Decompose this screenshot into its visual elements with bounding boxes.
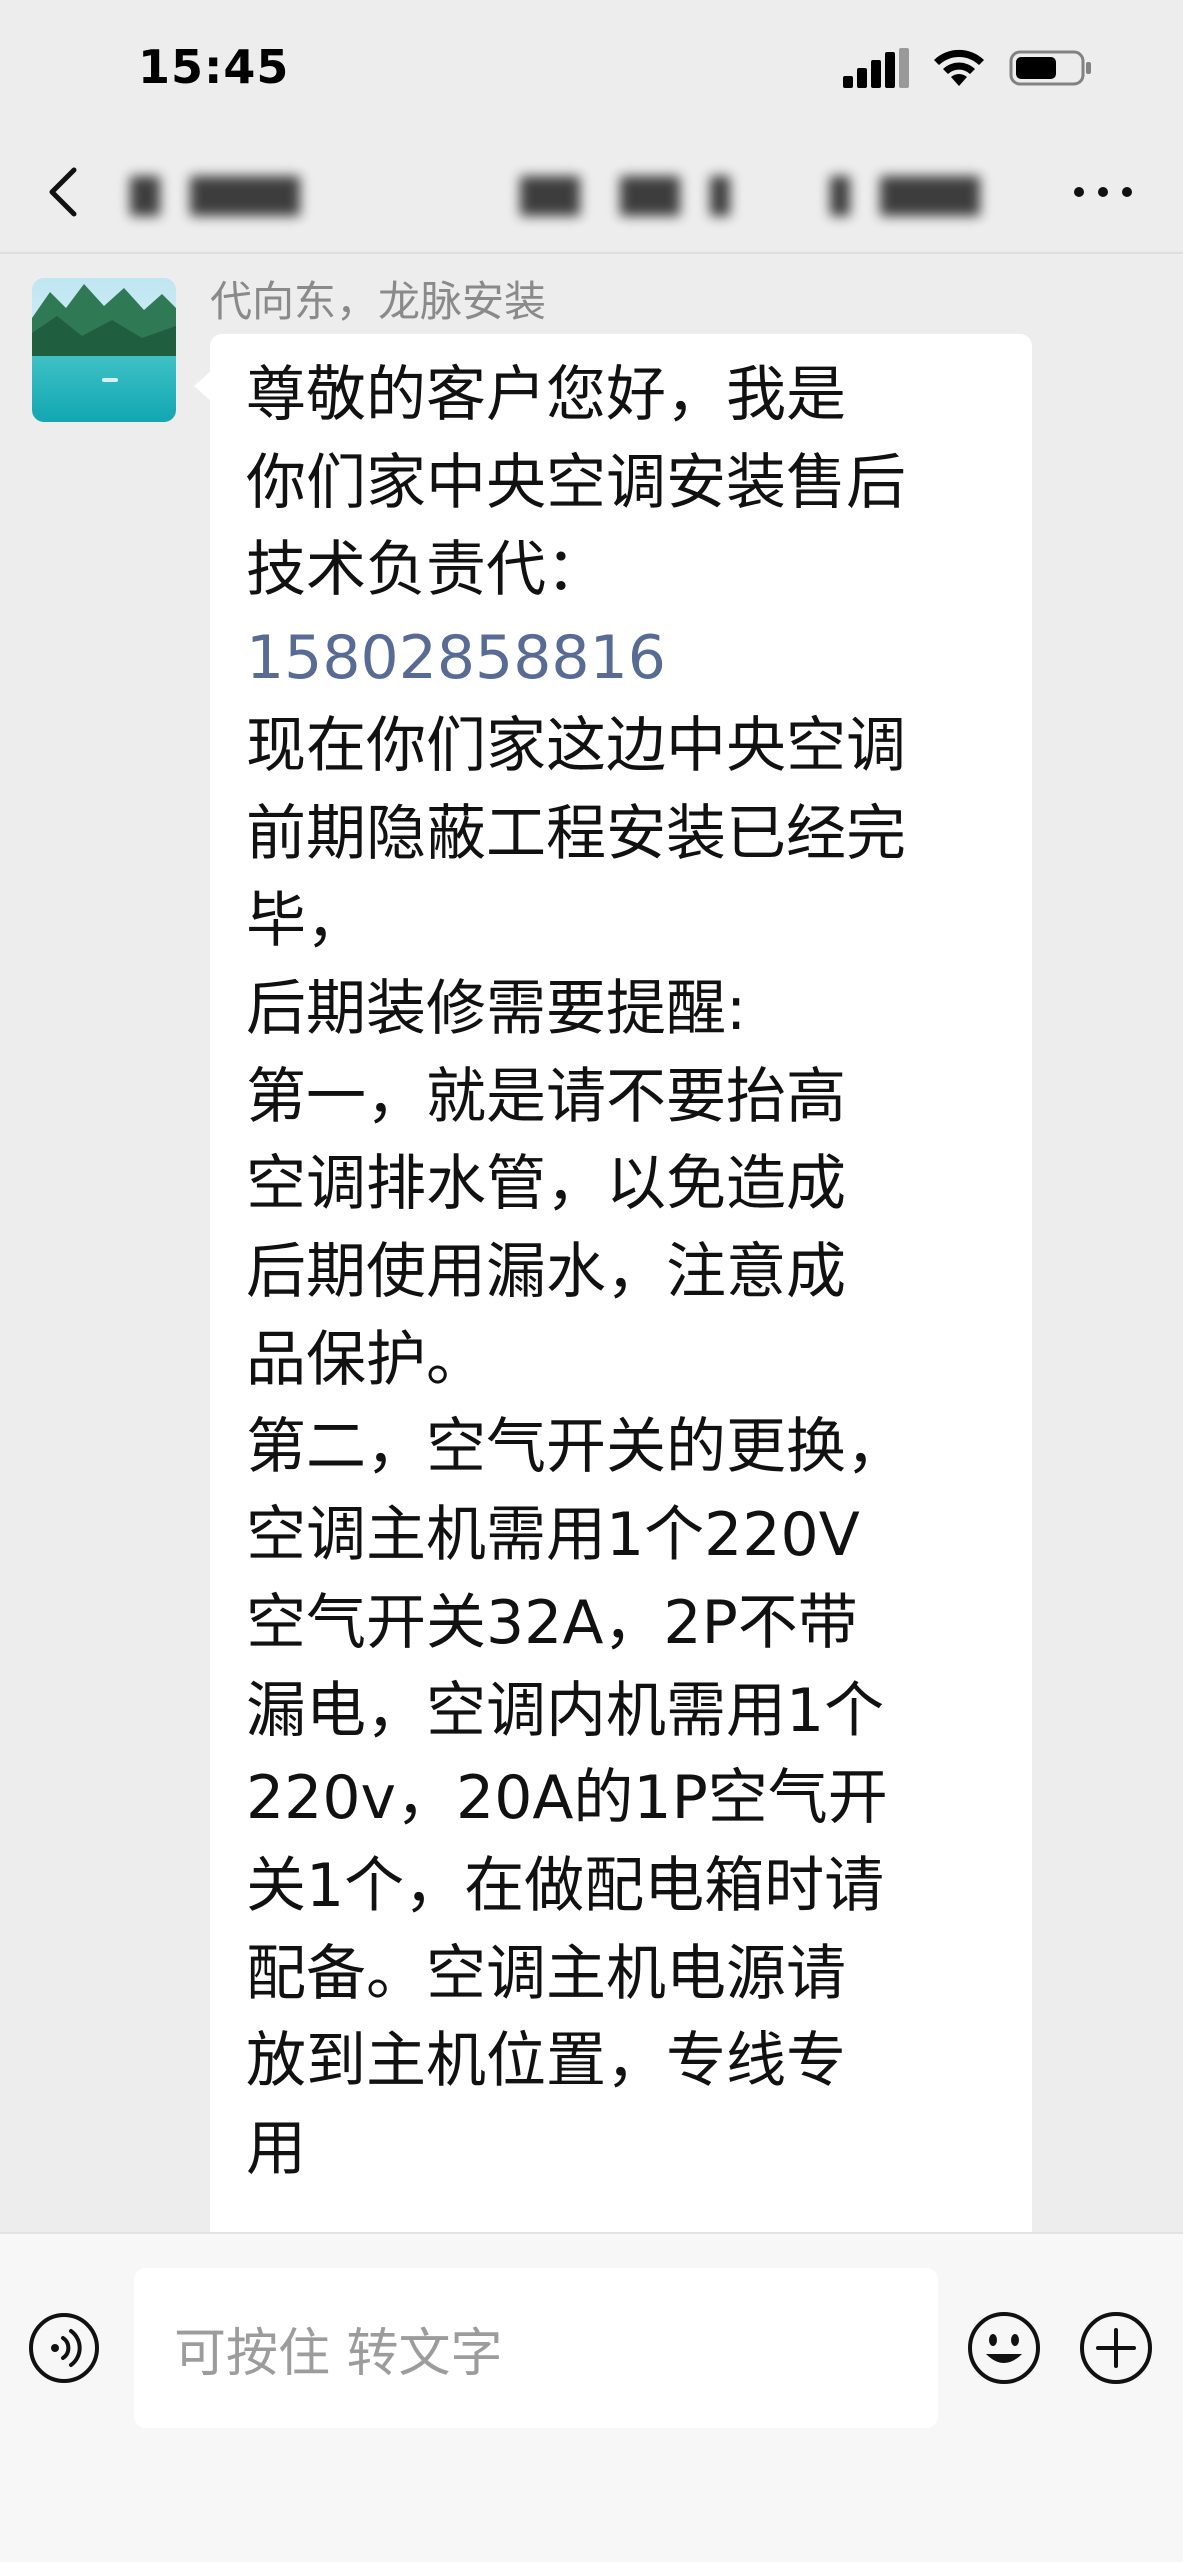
message-line: 后期装修需要提醒: bbox=[246, 973, 747, 1044]
voice-button[interactable] bbox=[28, 2312, 100, 2384]
sender-name: 代向东，龙脉安装 bbox=[210, 277, 547, 326]
message-line: 空气开关32A，2P不带 bbox=[246, 1587, 858, 1658]
battery-icon bbox=[1009, 48, 1093, 92]
message-line: 前期隐蔽工程安装已经完 bbox=[246, 798, 906, 869]
redacted-title-block bbox=[130, 176, 160, 216]
phone-number-link[interactable]: 15802858816 bbox=[246, 615, 1002, 703]
bubble-tail bbox=[194, 370, 212, 402]
message-bubble[interactable]: 尊敬的客户您好，我是 你们家中央空调安装售后 技术负责代： 15802858816 现在… bbox=[194, 334, 1032, 2232]
redacted-title-block bbox=[710, 176, 730, 216]
message-line: 第一，就是请不要抬高 bbox=[246, 1061, 846, 1132]
sender-avatar[interactable] bbox=[32, 278, 176, 422]
message-line: 现在你们家这边中央空调 bbox=[246, 710, 906, 781]
chat-header bbox=[0, 140, 1183, 254]
chat-message-list[interactable]: 代向东，龙脉安装 尊敬的客户您好，我是 你们家中央空调安装售后 技术负责代： 1580… bbox=[0, 254, 1183, 2232]
status-icons bbox=[843, 48, 1093, 92]
message-line: 尊敬的客户您好，我是 bbox=[246, 360, 846, 430]
message-line: 空调主机需用1个220V bbox=[246, 1500, 860, 1571]
message-line: 后期使用漏水，注意成 bbox=[246, 1237, 846, 1308]
message-line: 你们家中央空调安装售后 bbox=[246, 447, 906, 518]
redacted-title-block bbox=[880, 176, 980, 216]
voice-icon bbox=[29, 2313, 99, 2383]
message-line: 放到主机位置，专线专 bbox=[246, 2026, 846, 2097]
redacted-title-block bbox=[830, 176, 850, 216]
message-line: 技术负责代： bbox=[246, 535, 606, 606]
chevron-left-icon bbox=[49, 167, 77, 217]
chat-title bbox=[120, 176, 1020, 226]
message-input-placeholder: 可按住 转文字 bbox=[174, 2323, 503, 2384]
emoji-button[interactable] bbox=[966, 2310, 1042, 2386]
wifi-icon bbox=[931, 48, 987, 92]
landscape-avatar-image bbox=[32, 278, 176, 422]
message-text: 尊敬的客户您好，我是 你们家中央空调安装售后 技术负责代： 15802858816 现在… bbox=[246, 352, 1002, 2194]
message-line: 品保护。 bbox=[246, 1324, 486, 1395]
more-button[interactable] bbox=[1071, 180, 1135, 208]
more-actions-button[interactable] bbox=[1078, 2310, 1154, 2386]
emoji-icon bbox=[968, 2312, 1040, 2384]
status-time: 15:45 bbox=[138, 40, 290, 94]
status-bar: 15:45 bbox=[0, 0, 1183, 140]
message-line: 用 bbox=[246, 2114, 306, 2185]
message-line: 漏电，空调内机需用1个 bbox=[246, 1675, 885, 1746]
message-line: 空调排水管，以免造成 bbox=[246, 1149, 846, 1220]
more-dots-icon bbox=[1074, 187, 1132, 197]
message-line: 毕， bbox=[246, 886, 366, 957]
message-line: 配备。空调主机电源请 bbox=[246, 1938, 846, 2009]
redacted-title-block bbox=[620, 176, 680, 216]
message-line: 第二，空气开关的更换， bbox=[246, 1412, 906, 1483]
back-button[interactable] bbox=[36, 162, 96, 222]
redacted-title-block bbox=[520, 176, 580, 216]
input-bar: 可按住 转文字 bbox=[0, 2232, 1183, 2562]
message-input[interactable]: 可按住 转文字 bbox=[134, 2268, 938, 2428]
message-line: 220v，20A的1P空气开 bbox=[246, 1763, 888, 1834]
signal-icon bbox=[843, 48, 909, 92]
redacted-title-block bbox=[190, 176, 300, 216]
message-line: 关1个，在做配电箱时请 bbox=[246, 1850, 885, 1921]
plus-icon bbox=[1080, 2312, 1152, 2384]
